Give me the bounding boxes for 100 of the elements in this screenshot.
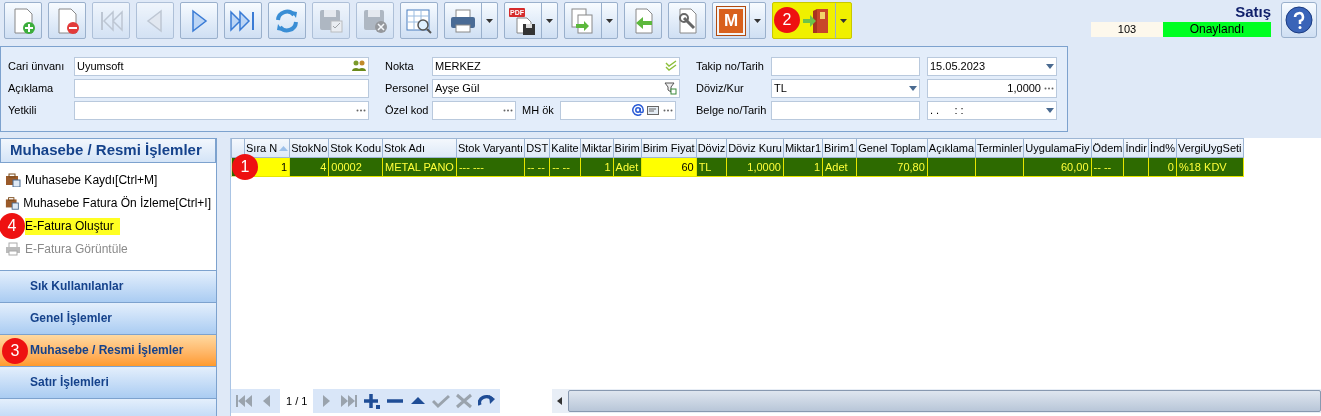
column-header[interactable]: Genel Toplam [856, 138, 928, 158]
field-label: Cari ünvanı [8, 58, 66, 74]
letter-m-icon: M [717, 6, 745, 35]
table-cell: 70,80 [856, 157, 928, 177]
column-header[interactable]: Miktar1 [783, 138, 823, 158]
input-field[interactable] [559, 100, 676, 120]
document-number: 103 [1091, 22, 1163, 37]
column-header[interactable]: DST [524, 138, 550, 158]
input-field[interactable]: Uyumsoft [74, 56, 369, 76]
table-cell: --- --- [456, 157, 525, 177]
navigation-group-button[interactable]: Satır İşlemleri [0, 366, 216, 398]
status-label: Onaylandı [1163, 22, 1271, 37]
ellipsis-icon[interactable] [1044, 86, 1054, 90]
dropdown-arrow-icon[interactable] [1046, 63, 1054, 69]
help-button[interactable] [1281, 2, 1317, 38]
column-header[interactable]: Döviz [696, 138, 727, 158]
column-header[interactable]: Açıklama [927, 138, 976, 158]
input-field[interactable] [432, 100, 516, 120]
input-field[interactable] [771, 100, 920, 120]
table-cell: 60,00 [1023, 157, 1091, 177]
input-field[interactable]: . . : : [927, 100, 1057, 120]
new-button[interactable] [4, 2, 42, 39]
input-field[interactable] [771, 56, 920, 76]
page-indicator: 1 / 1 [285, 393, 309, 409]
column-header[interactable]: Döviz Kuru [726, 138, 784, 158]
input-field[interactable]: Ayşe Gül [432, 78, 680, 98]
table-cell: Adet [822, 157, 857, 177]
column-header[interactable]: Birim [613, 138, 642, 158]
help-icon [1285, 6, 1313, 34]
next-button[interactable] [180, 2, 218, 39]
field-label: MH ök [521, 102, 555, 118]
filter-check-icon[interactable] [664, 81, 677, 95]
input-field[interactable] [74, 100, 369, 120]
caret-icon[interactable] [546, 18, 553, 23]
table-cell: 1,0000 [726, 157, 784, 177]
input-field[interactable]: 1,0000 [927, 78, 1057, 98]
panel-header: Muhasebe / Resmi İşlemler [0, 138, 216, 163]
delete-button[interactable] [48, 2, 86, 39]
letter-button[interactable]: M [712, 2, 766, 39]
column-header[interactable]: UygulamaFiy [1023, 138, 1091, 158]
ellipsis-icon[interactable] [503, 108, 513, 112]
table-row[interactable]: 1 1 4 00002 METAL PANO --- --- -- -- -- -- 1 Adet 60 TL 1,0000 1 Adet 70,80 60,00 -- -- 0 %18 KDV [231, 157, 1244, 177]
column-header[interactable]: Ödem [1091, 138, 1124, 158]
column-header[interactable]: Birim Fiyat [641, 138, 697, 158]
field-label: Özel kod [385, 102, 430, 118]
table-cell: 1 [580, 157, 614, 177]
table-cell: 1 [783, 157, 823, 177]
column-header[interactable]: Birim1 [822, 138, 857, 158]
ellipsis-icon[interactable] [356, 108, 366, 112]
print-button[interactable] [444, 2, 498, 39]
ellipsis-icon[interactable] [662, 108, 673, 112]
navigation-group-button[interactable]: Sık Kullanılanlar [0, 270, 216, 302]
double-check-icon[interactable] [665, 60, 677, 72]
dropdown-arrow-icon[interactable] [1046, 107, 1054, 113]
field-label: Personel [385, 80, 430, 96]
field-label: Takip no/Tarih [696, 58, 765, 74]
menu-item[interactable]: Muhasebe Fatura Ön İzleme[Ctrl+I] [23, 194, 211, 212]
last-button[interactable] [224, 2, 262, 39]
caret-icon[interactable] [754, 18, 761, 23]
navigation-group-button[interactable]: Genel İşlemler [0, 302, 216, 334]
column-header[interactable]: Stok Varyantı [456, 138, 525, 158]
input-field[interactable] [74, 78, 369, 98]
column-header[interactable]: Terminler [975, 138, 1024, 158]
column-header[interactable]: Stok Kodu [328, 138, 383, 158]
input-field[interactable]: 15.05.2023 [927, 56, 1057, 76]
table-cell: TL [696, 157, 727, 177]
refresh-button[interactable] [268, 2, 306, 39]
printer-icon [5, 242, 21, 256]
column-header[interactable]: İndir [1124, 138, 1149, 158]
column-header[interactable]: StokNo [289, 138, 329, 158]
column-header[interactable]: Kalite [549, 138, 581, 158]
annotation-badge: 4 [0, 212, 25, 239]
menu-item[interactable]: Muhasebe Kaydı[Ctrl+M] [25, 171, 158, 189]
card-icon[interactable] [646, 104, 660, 116]
dropdown-arrow-icon[interactable] [909, 85, 917, 91]
caret-icon[interactable] [840, 18, 847, 23]
caret-icon[interactable] [486, 18, 493, 23]
email-icon[interactable] [631, 104, 644, 116]
briefcase-icon [5, 173, 21, 187]
table-cell: 0 [1148, 157, 1177, 177]
column-header[interactable]: Miktar [580, 138, 614, 158]
table-cell: %18 KDV [1176, 157, 1244, 177]
horizontal-scrollbar-thumb[interactable] [568, 390, 1321, 412]
table-cell: 00002 [328, 157, 383, 177]
grid-search-button[interactable] [400, 2, 438, 39]
tools-button[interactable] [668, 2, 706, 39]
annotation-badge: 1 [232, 154, 258, 180]
people-icon[interactable] [352, 60, 366, 72]
field-label: Belge no/Tarih [696, 102, 768, 118]
input-field[interactable]: TL [771, 78, 920, 98]
input-field[interactable]: MERKEZ [432, 56, 680, 76]
table-cell: -- -- [524, 157, 550, 177]
column-header[interactable]: Stok Adı [382, 138, 457, 158]
caret-icon[interactable] [606, 18, 613, 23]
table-cell: METAL PANO [382, 157, 457, 177]
column-header[interactable]: İnd% [1148, 138, 1177, 158]
column-header[interactable]: VergiUygSeti [1176, 138, 1244, 158]
redo-icon[interactable] [478, 393, 497, 409]
menu-item[interactable]: E-Fatura Oluştur [25, 217, 120, 235]
add-icon[interactable] [363, 393, 382, 409]
